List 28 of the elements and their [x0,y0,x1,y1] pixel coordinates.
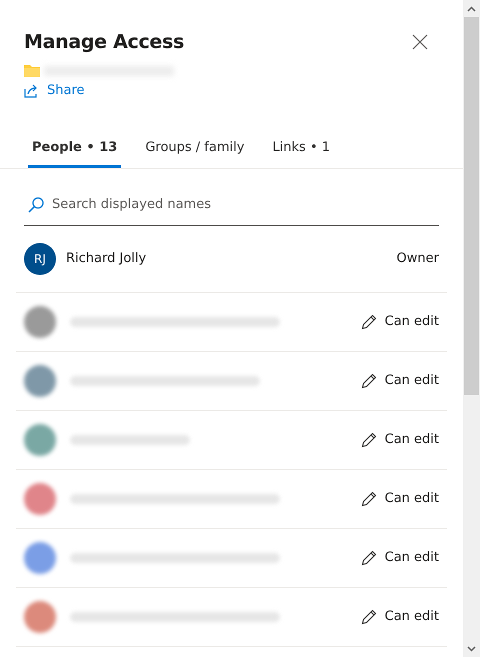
tab[interactable]: Links • 1 [268,132,334,168]
pencil-icon [360,314,377,330]
pencil-icon [360,372,377,388]
tab[interactable]: People • 13 [28,132,122,168]
pencil-icon [360,432,377,448]
tab[interactable]: Groups / family [141,132,248,168]
role-label: Owner [396,251,439,266]
avatar: RJ [24,242,56,274]
pencil-icon [360,608,377,624]
permission-dropdown[interactable]: Can edit [360,490,439,506]
scroll-down-icon[interactable] [467,646,476,652]
permission-dropdown[interactable]: Can edit [360,372,439,388]
panel-title: Manage Access [24,31,184,53]
close-button[interactable] [411,33,429,51]
permission-dropdown[interactable]: Can edit [360,314,439,330]
scroll-up-icon[interactable] [467,6,476,12]
search-icon [28,196,44,212]
scrollbar-thumb[interactable] [464,17,479,395]
share-link[interactable]: Share [24,83,85,98]
folder-icon [24,65,40,77]
share-icon [24,84,39,98]
permission-dropdown[interactable]: Can edit [360,550,439,566]
pencil-icon [360,550,377,566]
person-name: Richard Jolly [66,251,148,266]
permission-dropdown[interactable]: Can edit [360,432,439,448]
permission-dropdown[interactable]: Can edit [360,608,439,624]
scrollbar[interactable] [463,0,480,657]
pencil-icon [360,490,377,506]
